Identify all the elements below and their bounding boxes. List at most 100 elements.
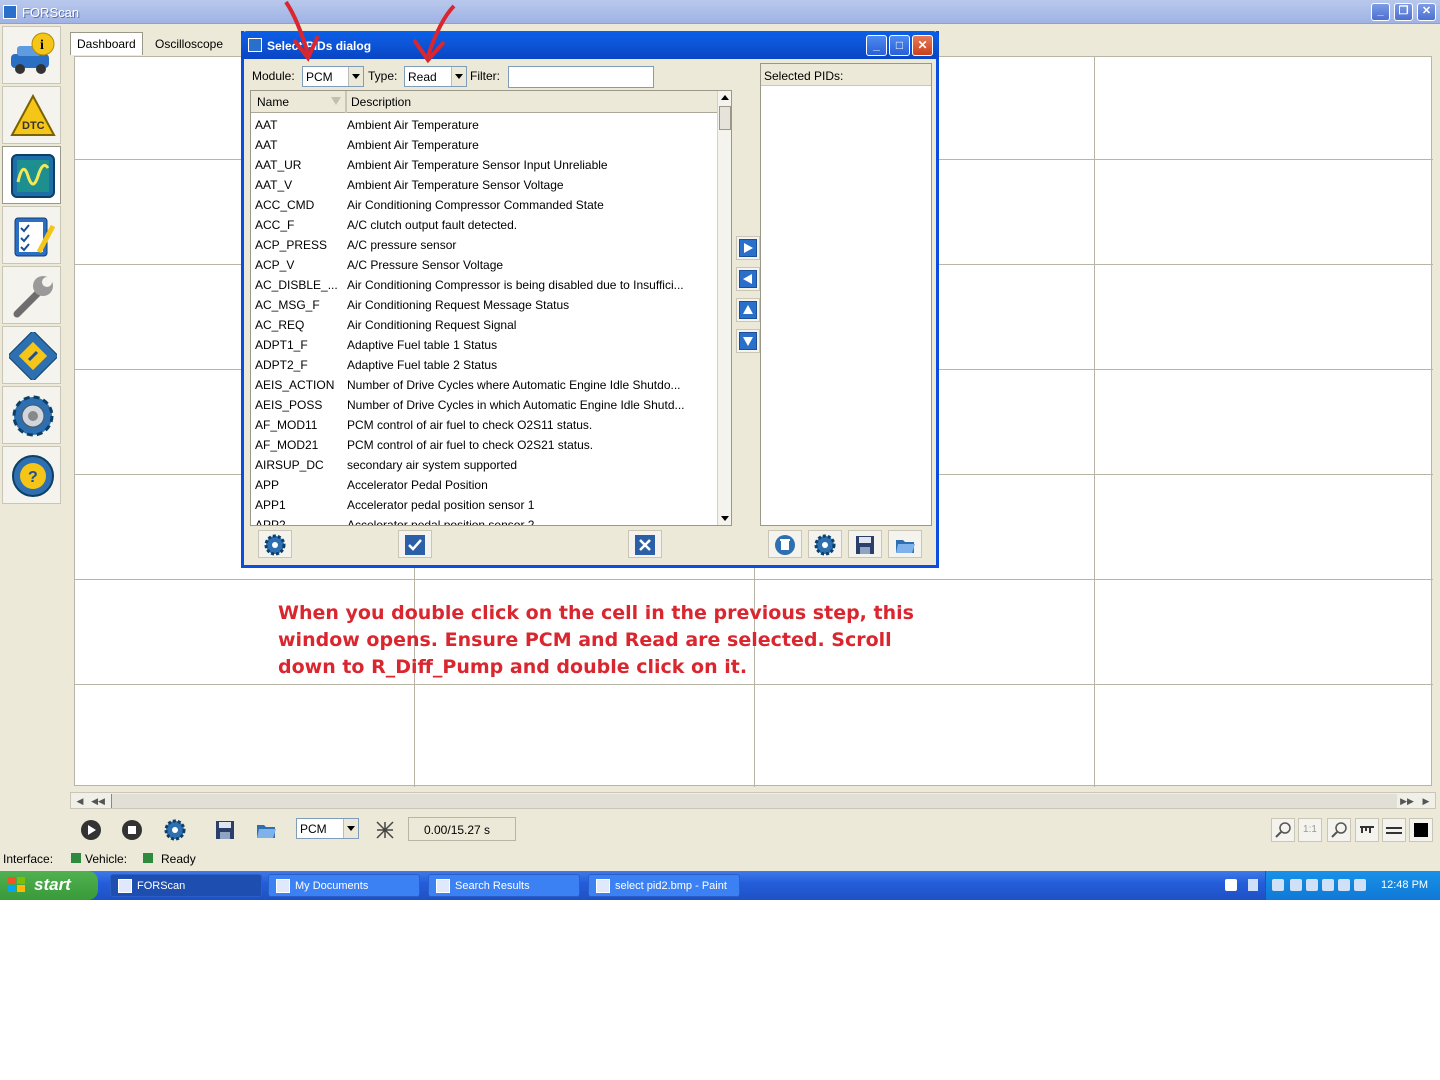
close-button[interactable]: ✕ — [1417, 3, 1436, 21]
toolbar-settings-button[interactable] — [160, 816, 188, 842]
pid-row[interactable]: ACC_CMD Air Conditioning Compressor Comma… — [251, 195, 717, 215]
dialog-maximize-button[interactable]: □ — [889, 35, 910, 56]
sidebar-item-vehicle-info[interactable]: i — [2, 26, 61, 84]
dialog-title-bar[interactable]: Select PIDs dialog _ □ ✕ — [241, 31, 939, 59]
toolbar-save-button[interactable] — [210, 816, 238, 842]
zoom-out-button[interactable] — [1271, 818, 1295, 842]
pid-row[interactable]: AEIS_ACTION Number of Drive Cycles where … — [251, 375, 717, 395]
open-selection-button[interactable] — [888, 530, 922, 558]
sort-desc-icon — [331, 97, 341, 105]
pid-row[interactable]: AF_MOD21 PCM control of air fuel to check… — [251, 435, 717, 455]
toolbar-module-select[interactable]: PCM — [296, 818, 359, 839]
timeline-scrollbar[interactable]: ◀ ◀◀ ▶▶ ▶ — [70, 792, 1436, 809]
lines-icon — [1386, 827, 1402, 834]
sidebar-item-oscilloscope[interactable] — [2, 146, 61, 204]
selected-settings-button[interactable] — [808, 530, 842, 558]
pid-row[interactable]: APP2 Accelerator pedal position sensor 2 — [251, 515, 717, 525]
tray-shield-icon[interactable] — [1322, 879, 1334, 891]
pid-row[interactable]: AC_DISBLE_... Air Conditioning Compressor… — [251, 275, 717, 295]
pid-row[interactable]: AC_MSG_F Air Conditioning Request Message… — [251, 295, 717, 315]
scroll-right-icon[interactable]: ▶ — [1418, 794, 1434, 808]
sidebar-item-modules[interactable] — [2, 326, 61, 384]
color-picker-button[interactable] — [1409, 818, 1433, 842]
column-description-header[interactable]: Description — [351, 95, 411, 109]
pid-row[interactable]: AIRSUP_DC secondary air system supported — [251, 455, 717, 475]
column-name-header[interactable]: Name — [257, 95, 289, 109]
selected-pids-list[interactable]: Selected PIDs: — [760, 63, 932, 526]
pid-row[interactable]: AAT Ambient Air Temperature — [251, 135, 717, 155]
svg-text:?: ? — [28, 469, 38, 486]
help-icon[interactable] — [1225, 879, 1237, 891]
sidebar-item-dtc[interactable]: DTC — [2, 86, 61, 144]
chevron-down-icon[interactable] — [348, 67, 363, 86]
sidebar-item-help[interactable]: ? — [2, 446, 61, 504]
toolbar-open-button[interactable] — [251, 816, 279, 842]
tab-dashboard[interactable]: Dashboard — [70, 32, 143, 55]
dialog-close-button[interactable]: ✕ — [912, 35, 933, 56]
play-button[interactable] — [76, 816, 104, 842]
line-width-button[interactable] — [1382, 818, 1406, 842]
pid-list[interactable]: Name Description AAT Ambient Air Temperat… — [250, 90, 732, 526]
module-select[interactable]: PCM — [302, 66, 364, 87]
move-up-button[interactable] — [736, 298, 760, 322]
pid-row[interactable]: APP1 Accelerator pedal position sensor 1 — [251, 495, 717, 515]
tab-oscilloscope[interactable]: Oscilloscope — [148, 32, 230, 55]
tray-expand-icon[interactable] — [1272, 879, 1284, 891]
pid-row[interactable]: ACC_F A/C clutch output fault detected. — [251, 215, 717, 235]
restore-button[interactable]: ❐ — [1394, 3, 1413, 21]
pid-row[interactable]: AAT_V Ambient Air Temperature Sensor Volt… — [251, 175, 717, 195]
dialog-cancel-button[interactable] — [628, 530, 662, 558]
taskbar-item-my-documents[interactable]: My Documents — [268, 874, 420, 897]
pid-row[interactable]: AC_REQ Air Conditioning Request Signal — [251, 315, 717, 335]
pid-row[interactable]: ACP_V A/C Pressure Sensor Voltage — [251, 255, 717, 275]
grid-toggle-button[interactable] — [1355, 818, 1379, 842]
tray-phone-icon[interactable] — [1338, 879, 1350, 891]
arrows-icon[interactable] — [1248, 879, 1258, 891]
scroll-track[interactable] — [111, 794, 1397, 808]
toolbar-cursor-button[interactable] — [370, 816, 398, 842]
pid-row[interactable]: AAT Ambient Air Temperature — [251, 115, 717, 135]
sidebar-item-configuration[interactable] — [2, 266, 61, 324]
taskbar-item-search-results[interactable]: Search Results — [428, 874, 580, 897]
pid-row[interactable]: ADPT1_F Adaptive Fuel table 1 Status — [251, 335, 717, 355]
scroll-down-icon[interactable] — [718, 511, 731, 525]
minimize-button[interactable]: _ — [1371, 3, 1390, 21]
taskbar-item-forscan[interactable]: FORScan — [110, 874, 262, 897]
dialog-ok-button[interactable] — [398, 530, 432, 558]
save-selection-button[interactable] — [848, 530, 882, 558]
scroll-end-icon[interactable]: ▶▶ — [1399, 794, 1415, 808]
scroll-thumb[interactable] — [719, 106, 731, 130]
chevron-down-icon[interactable] — [343, 819, 358, 838]
dialog-minimize-button[interactable]: _ — [866, 35, 887, 56]
scroll-start-icon[interactable]: ◀◀ — [90, 794, 106, 808]
scroll-up-icon[interactable] — [718, 91, 731, 105]
stop-button[interactable] — [117, 816, 145, 842]
tray-network-icon[interactable] — [1290, 879, 1302, 891]
type-select[interactable]: Read — [404, 66, 467, 87]
tray-device-icon[interactable] — [1306, 879, 1318, 891]
pid-row[interactable]: AEIS_POSS Number of Drive Cycles in which… — [251, 395, 717, 415]
pid-row[interactable]: APP Accelerator Pedal Position — [251, 475, 717, 495]
pid-row[interactable]: ACP_PRESS A/C pressure sensor — [251, 235, 717, 255]
remove-pid-button[interactable] — [736, 267, 760, 291]
zoom-reset-button[interactable]: 1:1 — [1298, 818, 1322, 842]
dialog-settings-button[interactable] — [258, 530, 292, 558]
sidebar-item-service[interactable] — [2, 206, 61, 264]
tray-volume-icon[interactable] — [1354, 879, 1366, 891]
scroll-left-icon[interactable]: ◀ — [72, 794, 88, 808]
taskbar-item-paint[interactable]: select pid2.bmp - Paint — [588, 874, 740, 897]
chevron-down-icon[interactable] — [451, 67, 466, 86]
pid-list-scrollbar[interactable] — [717, 91, 731, 525]
zoom-in-button[interactable] — [1327, 818, 1351, 842]
pid-row[interactable]: AAT_UR Ambient Air Temperature Sensor Inp… — [251, 155, 717, 175]
start-button[interactable]: start — [0, 871, 98, 900]
pid-row[interactable]: AF_MOD11 PCM control of air fuel to check… — [251, 415, 717, 435]
move-down-button[interactable] — [736, 329, 760, 353]
pid-row[interactable]: ADPT2_F Adaptive Fuel table 2 Status — [251, 355, 717, 375]
clear-selected-button[interactable] — [768, 530, 802, 558]
sidebar-item-settings[interactable] — [2, 386, 61, 444]
filter-input[interactable] — [508, 66, 654, 88]
save-icon — [216, 821, 234, 839]
add-pid-button[interactable] — [736, 236, 760, 260]
pid-description-cell: A/C clutch output fault detected. — [347, 218, 518, 232]
